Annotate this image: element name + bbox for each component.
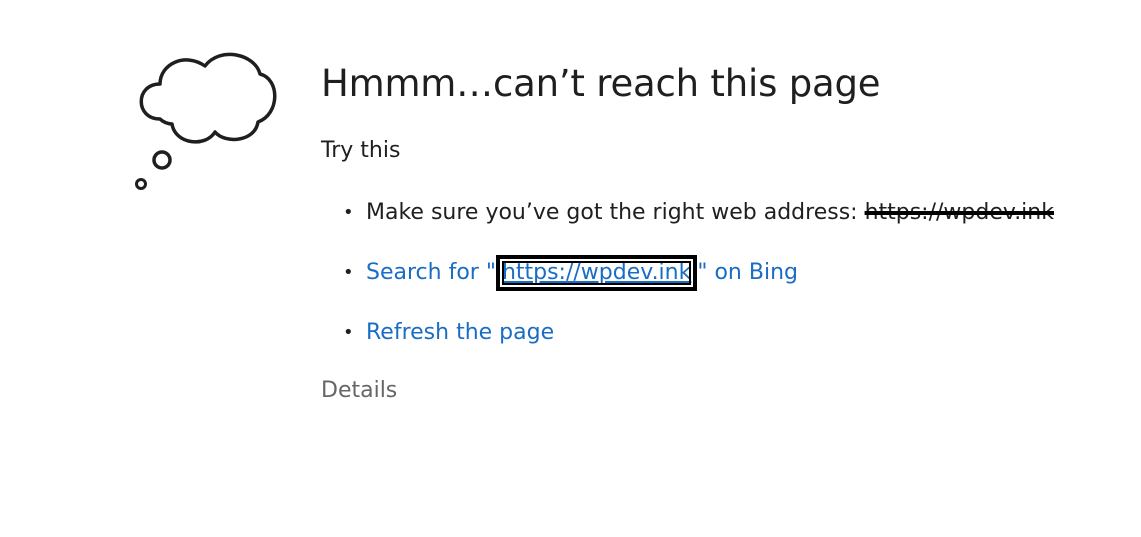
suggestion-search-bing: • Search for " https://wpdev.ink " on Bing (343, 254, 1101, 292)
search-bing-link[interactable]: Search for " https://wpdev.ink " on Bing (366, 255, 798, 291)
check-address-text: Make sure you’ve got the right web addre… (366, 200, 865, 225)
refresh-page-link[interactable]: Refresh the page (366, 320, 554, 345)
bullet-icon: • (343, 202, 354, 223)
try-this-heading: Try this (321, 138, 401, 163)
page-title: Hmmm…can’t reach this page (321, 62, 881, 105)
bullet-icon: • (343, 262, 354, 283)
bullet-icon: • (343, 322, 354, 343)
search-suffix: " on Bing (697, 260, 798, 285)
error-content: Hmmm…can’t reach this page Try this • Ma… (321, 58, 1101, 406)
address-url: https://wpdev.ink (864, 200, 1054, 225)
error-page: Hmmm…can’t reach this page Try this • Ma… (0, 0, 1141, 537)
suggestion-list: • Make sure you’ve got the right web add… (321, 194, 1101, 352)
details-button[interactable]: Details (321, 376, 1101, 406)
suggestion-refresh: • Refresh the page (343, 314, 1101, 352)
search-prefix: Search for " (366, 260, 496, 285)
suggestion-check-address: • Make sure you’ve got the right web add… (343, 194, 1101, 232)
thought-cloud-icon (135, 52, 277, 190)
search-url: https://wpdev.ink (495, 255, 698, 291)
